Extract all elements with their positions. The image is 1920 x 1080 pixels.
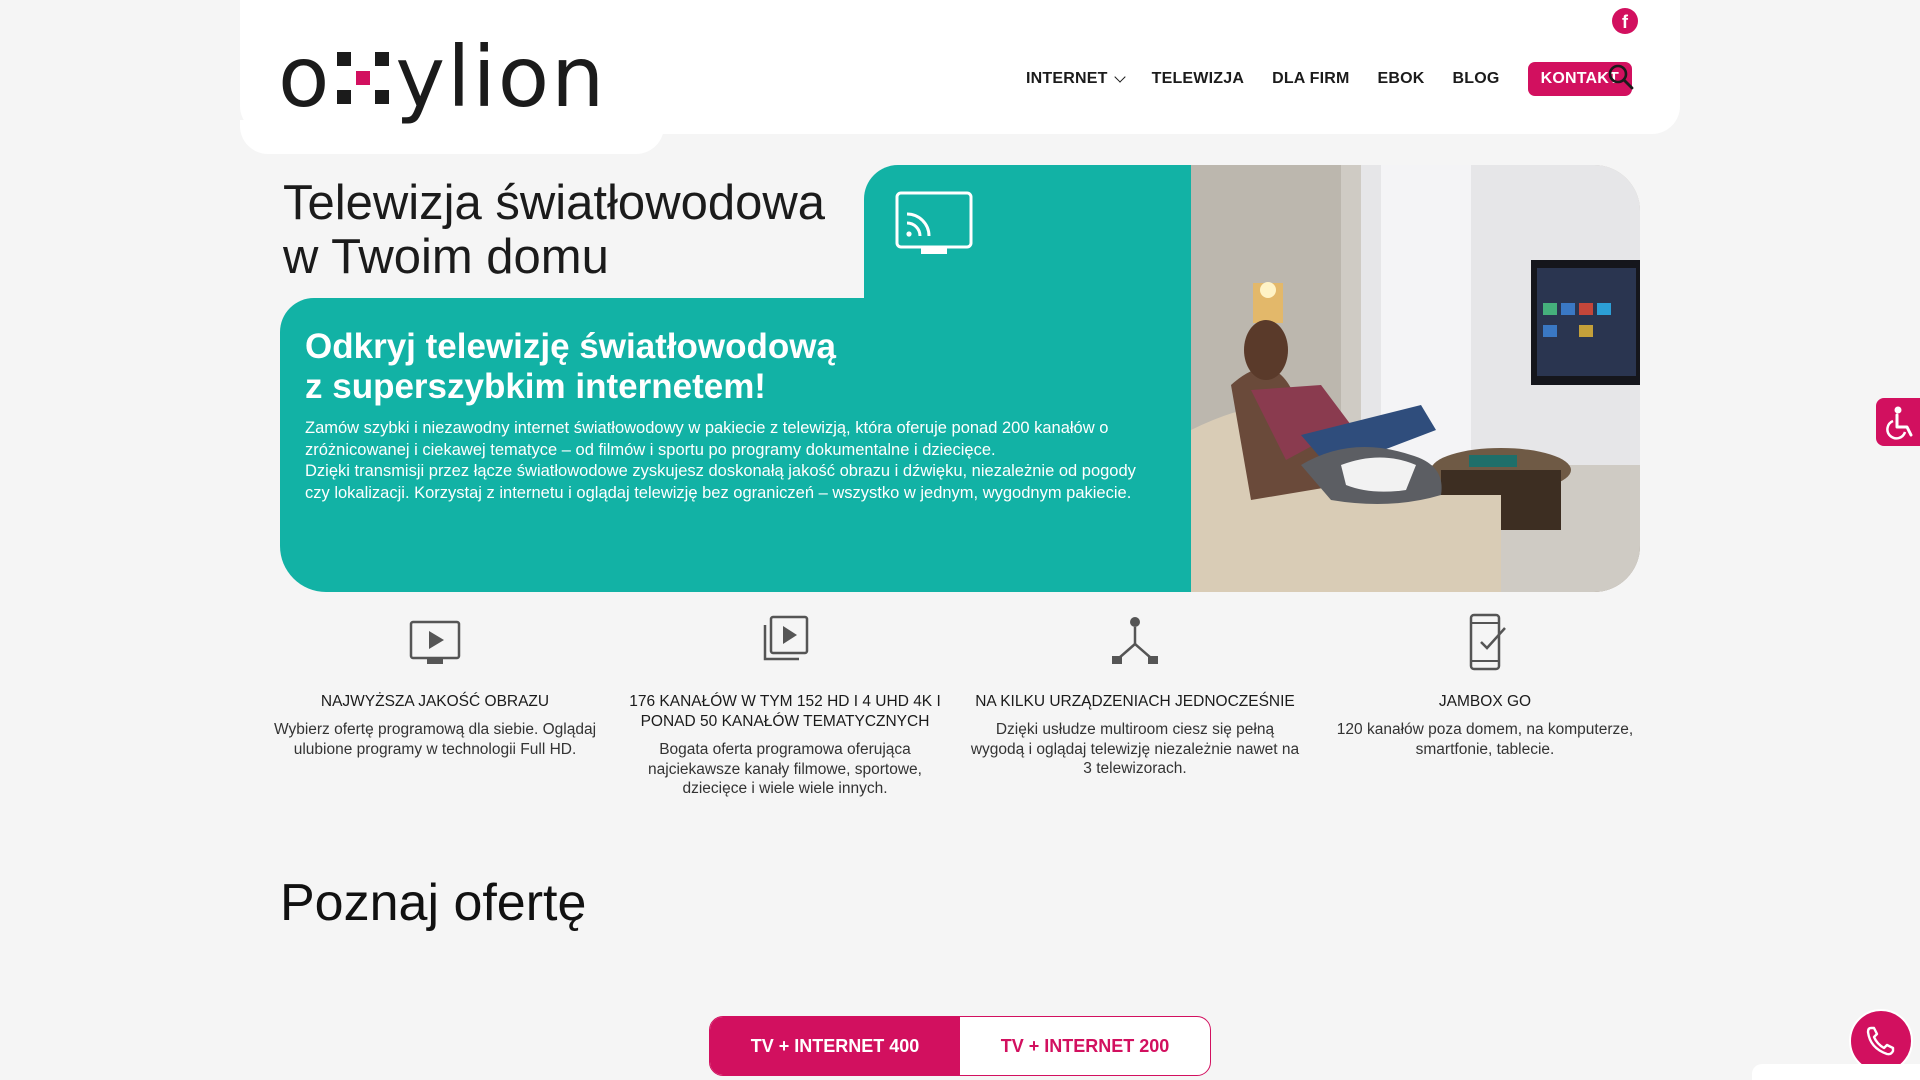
multiroom-icon xyxy=(1112,617,1158,664)
hero-photo-illustration xyxy=(1191,165,1640,592)
hero-photo xyxy=(1191,165,1640,592)
nav-dla-firm[interactable]: DLA FIRM xyxy=(1272,70,1349,88)
feature-text: Dzięki usłudze multiroom ciesz się pełną… xyxy=(970,721,1300,777)
logo-text-right: ylion xyxy=(395,28,607,126)
feature-title: NA KILKU URZĄDZENIACH JEDNOCZEŚNIE xyxy=(975,693,1295,710)
feature-multiroom: NA KILKU URZĄDZENIACH JEDNOCZEŚNIE Dzięk… xyxy=(970,612,1300,779)
nav-internet[interactable]: INTERNET xyxy=(1026,70,1126,88)
nav-blog[interactable]: BLOG xyxy=(1453,70,1500,88)
features-section: NAJWYŻSZA JAKOŚĆ OBRAZU Wybierz ofertę p… xyxy=(270,612,1670,812)
nav-telewizja[interactable]: TELEWIZJA xyxy=(1152,70,1244,88)
feature-title: NAJWYŻSZA JAKOŚĆ OBRAZU xyxy=(320,693,550,710)
nav-ebok[interactable]: EBOK xyxy=(1378,70,1425,88)
feature-quality: NAJWYŻSZA JAKOŚĆ OBRAZU Wybierz ofertę p… xyxy=(270,612,600,759)
channels-icon xyxy=(763,615,809,661)
corner-widget xyxy=(1752,1064,1920,1080)
feature-text: Bogata oferta programowa oferująca najci… xyxy=(648,741,922,797)
offer-tabs: TV + INTERNET 400 TV + INTERNET 200 xyxy=(709,1016,1211,1076)
chevron-down-icon xyxy=(1113,71,1126,83)
hero-subtitle: Odkryj telewizję światłowodową z supersz… xyxy=(305,327,965,407)
hero-paragraph-2: Dzięki transmisji przez łącze światłowod… xyxy=(305,462,1136,502)
hero-title-line1: Telewizja światłowodowa xyxy=(283,176,825,230)
main-nav: INTERNET TELEWIZJA DLA FIRM EBOK BLOG KO… xyxy=(1026,61,1633,97)
hero-subtitle-line2: z superszybkim internetem! xyxy=(305,367,766,406)
phone-icon xyxy=(1866,1026,1895,1056)
nav-internet-label: INTERNET xyxy=(1026,70,1108,87)
feature-text: Wybierz ofertę programową dla siebie. Og… xyxy=(273,721,597,758)
mobile-check-icon xyxy=(1469,613,1506,671)
feature-title: JAMBOX GO xyxy=(1438,693,1532,710)
offer-section-title: Poznaj ofertę xyxy=(280,874,587,932)
accessibility-button[interactable] xyxy=(1876,398,1920,446)
feature-channels: 176 KANAŁÓW W TYM 152 HD I 4 UHD 4K I PO… xyxy=(620,612,950,799)
cast-tv-icon xyxy=(895,191,973,254)
feature-title: 176 KANAŁÓW W TYM 152 HD I 4 UHD 4K I PO… xyxy=(629,693,941,730)
accessibility-icon xyxy=(1886,406,1913,440)
facebook-icon[interactable]: f xyxy=(1612,8,1638,34)
logo-x-mark xyxy=(337,51,390,104)
search-icon[interactable] xyxy=(1608,64,1634,90)
feature-jambox-go: JAMBOX GO 120 kanałów poza domem, na kom… xyxy=(1320,612,1650,759)
hero-description: Zamów szybki i niezawodny internet świat… xyxy=(305,418,1165,504)
tab-tv-internet-400[interactable]: TV + INTERNET 400 xyxy=(710,1017,960,1075)
tab-tv-internet-200[interactable]: TV + INTERNET 200 xyxy=(960,1017,1210,1075)
hero-title-line2: w Twoim domu xyxy=(283,230,609,284)
hero-title: Telewizja światłowodowa w Twoim domu xyxy=(283,176,843,284)
play-screen-icon xyxy=(409,620,461,664)
logo-text-left: o xyxy=(278,28,332,126)
hero-subtitle-line1: Odkryj telewizję światłowodową xyxy=(305,327,836,366)
oxylion-logo[interactable]: o ylion xyxy=(278,30,606,125)
hero-paragraph-1: Zamów szybki i niezawodny internet świat… xyxy=(305,419,1109,459)
feature-text: 120 kanałów poza domem, na komputerze, s… xyxy=(1336,721,1634,758)
